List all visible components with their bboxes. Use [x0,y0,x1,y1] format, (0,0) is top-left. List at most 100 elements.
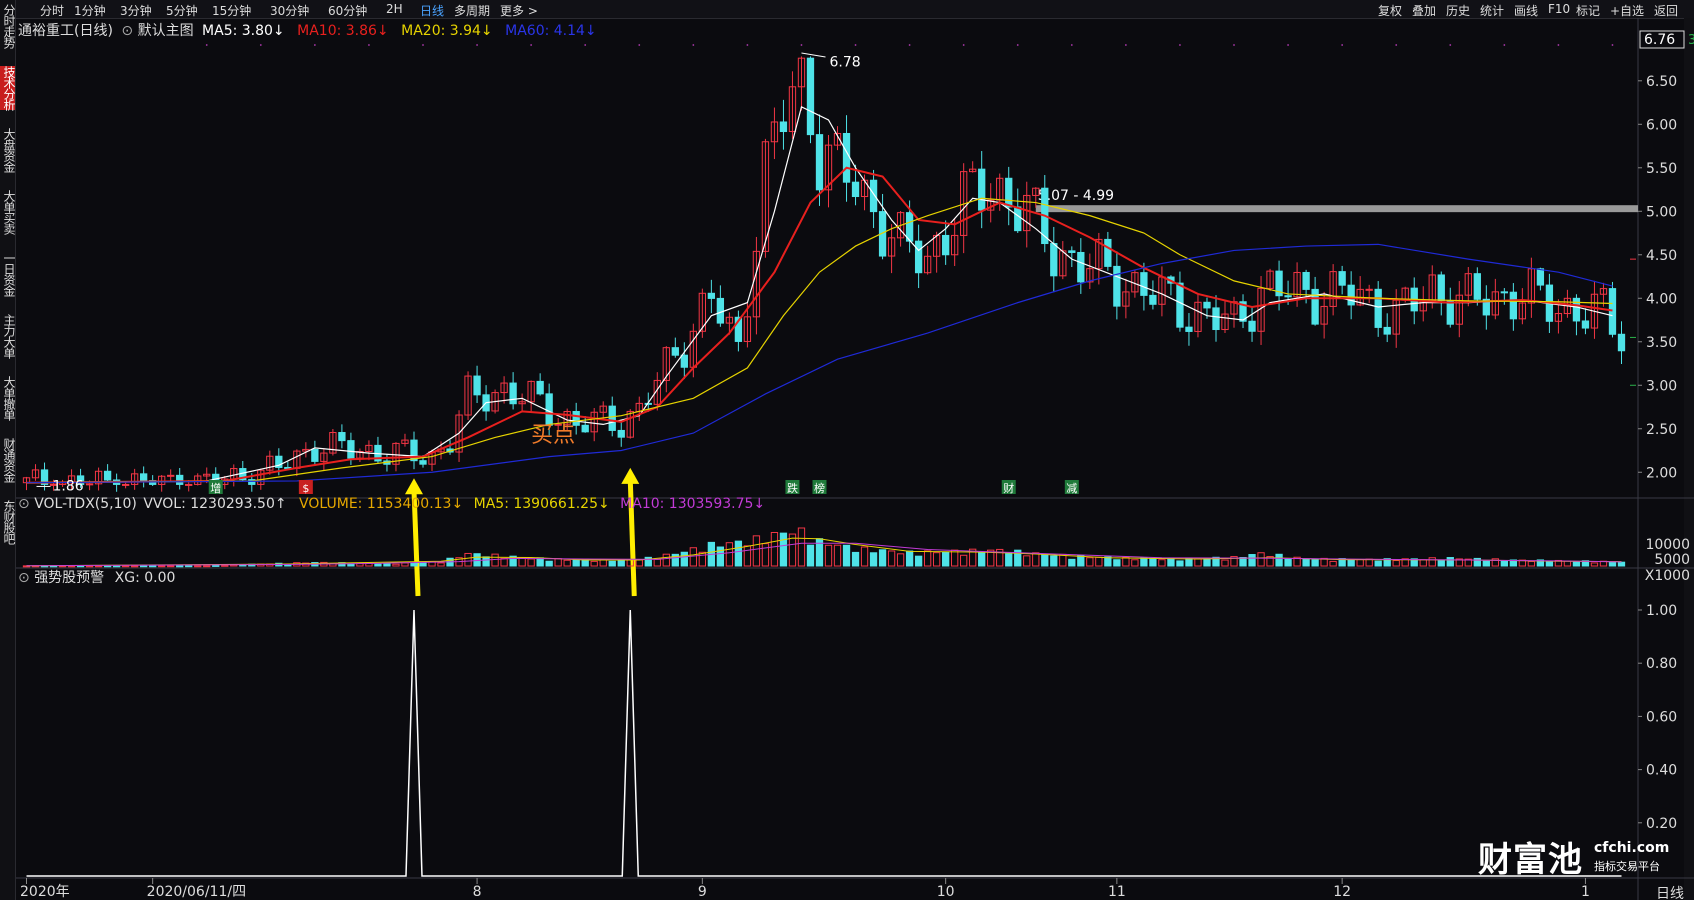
top-marker-dot [854,44,857,46]
kline-chart[interactable]: 6.50 6.00 5.50 5.00 4.50 4.00 3.50 3.00 2.50 2.00… [16,18,1694,900]
period-tab[interactable]: 60分钟 [328,2,367,19]
sidebar-tab[interactable]: 一日资金 [0,252,16,296]
sidebar-tab[interactable]: 技术分析 [0,66,16,110]
toolbar-button[interactable]: 历史 [1446,2,1470,19]
candle-body [1617,333,1626,352]
volume-bar [1122,556,1130,567]
period-tab[interactable]: 15分钟 [212,2,251,19]
period-tab[interactable]: 2H [386,2,403,16]
period-tab[interactable]: 日线 [420,2,444,19]
settings-icon[interactable]: ⊙ [18,496,30,512]
watermark-sub: 指标交易平台 [1594,860,1660,873]
event-tag: $ [302,482,309,495]
toolbar-button[interactable]: +自选 [1610,2,1644,19]
volume-bar [473,553,481,567]
candle-body [1500,291,1509,294]
candle-body [1149,294,1157,305]
candle-body [1365,288,1373,291]
volume-bar [563,559,571,567]
volume-bar [1572,561,1581,567]
candle-body [1284,295,1292,298]
template-select[interactable]: ⊙ 默认主图 [121,23,198,39]
high-pointer [801,52,826,58]
toolbar-button[interactable]: 标记 [1576,2,1600,19]
period-tab[interactable]: 多周期 [454,2,490,19]
period-tab[interactable]: 3分钟 [120,2,152,19]
toolbar-button[interactable]: F10 [1548,2,1570,16]
left-sidebar: 分时走势技术分析大盘资金大单买卖一日资金主力大单大单撤单财通资金东财股吧 [0,0,16,900]
volume-bar [608,560,616,567]
ma5-value: MA5: 3.80↓ [202,23,285,39]
top-marker-dot [1016,44,1019,46]
vol-tick-label: 5000 [1654,552,1690,568]
xg-tick-label: 0.60 [1646,709,1677,725]
volume-bar [392,563,400,567]
x-tick-label: 2020/06/11/四 [147,884,246,900]
event-tag: 减 [1066,482,1077,495]
volume-bar [689,547,697,567]
y-tick-label: 3.50 [1646,335,1677,351]
volume-bar [680,551,688,567]
top-marker-dot [259,44,262,46]
sidebar-tab[interactable]: 分时走势 [0,4,16,48]
vol-tick-label: 10000 [1645,537,1690,553]
volume-bar [464,552,472,567]
volume-bar [842,544,851,567]
candle-body [1302,271,1310,290]
settings-icon[interactable]: ⊙ [18,570,30,586]
volume-bar [770,531,779,567]
candle-body [716,297,725,324]
volume-bar [869,552,878,567]
candle-body [1212,307,1220,331]
xg-indicator-name: 强势股预警 [34,570,105,586]
volume-bar [1158,559,1166,567]
candle-body [671,347,679,356]
top-marker-dot [1611,44,1614,46]
buy-point-label: 买点 [531,423,575,448]
candle-body [1446,300,1454,325]
period-tab[interactable]: 更多 > [500,2,538,19]
settings-icon[interactable]: ⊙ [121,23,133,39]
candle-body [978,168,986,211]
sidebar-tab[interactable]: 大单买卖 [0,190,16,234]
candle-body [1374,288,1382,328]
volume-bar [635,559,643,567]
candle-body [311,448,319,462]
volume-bar [725,542,734,567]
top-marker-dot [313,44,316,46]
sidebar-tab[interactable]: 财通资金 [0,438,16,482]
candle-body [1509,291,1518,320]
volume-bar [960,554,968,567]
toolbar-button[interactable]: 叠加 [1412,2,1436,19]
candle-body [707,292,716,299]
top-marker-dot [800,44,803,46]
volume-bar [752,535,761,567]
toolbar-button[interactable]: 返回 [1654,2,1678,19]
toolbar-button[interactable]: 复权 [1378,2,1402,19]
volume-bar [1176,560,1184,567]
volume-bar [617,559,625,567]
period-tab[interactable]: 5分钟 [166,2,198,19]
period-tab[interactable]: 30分钟 [270,2,309,19]
sidebar-tab[interactable]: 东财股吧 [0,500,16,544]
candle-body [680,354,688,368]
top-marker-dot [1124,44,1127,46]
top-marker-dot [1341,44,1344,46]
sidebar-tab[interactable]: 主力大单 [0,314,16,358]
volume-bar [437,562,445,567]
candle-body [545,393,553,426]
volume-bar [1041,553,1049,567]
volume-bar [806,544,815,567]
toolbar-button[interactable]: 统计 [1480,2,1504,19]
period-tab[interactable]: 1分钟 [74,2,106,19]
candle-body [1014,206,1022,232]
candle-body [608,405,616,431]
volume-bar [1077,554,1085,567]
period-tab[interactable]: 分时 [40,2,64,19]
stock-name: 通裕重工(日线) [18,23,113,39]
top-marker-dot [476,44,478,46]
sidebar-tab[interactable]: 大盘资金 [0,128,16,172]
toolbar-button[interactable]: 画线 [1514,2,1538,19]
volume-bar [1248,554,1256,567]
sidebar-tab[interactable]: 大单撤单 [0,376,16,420]
